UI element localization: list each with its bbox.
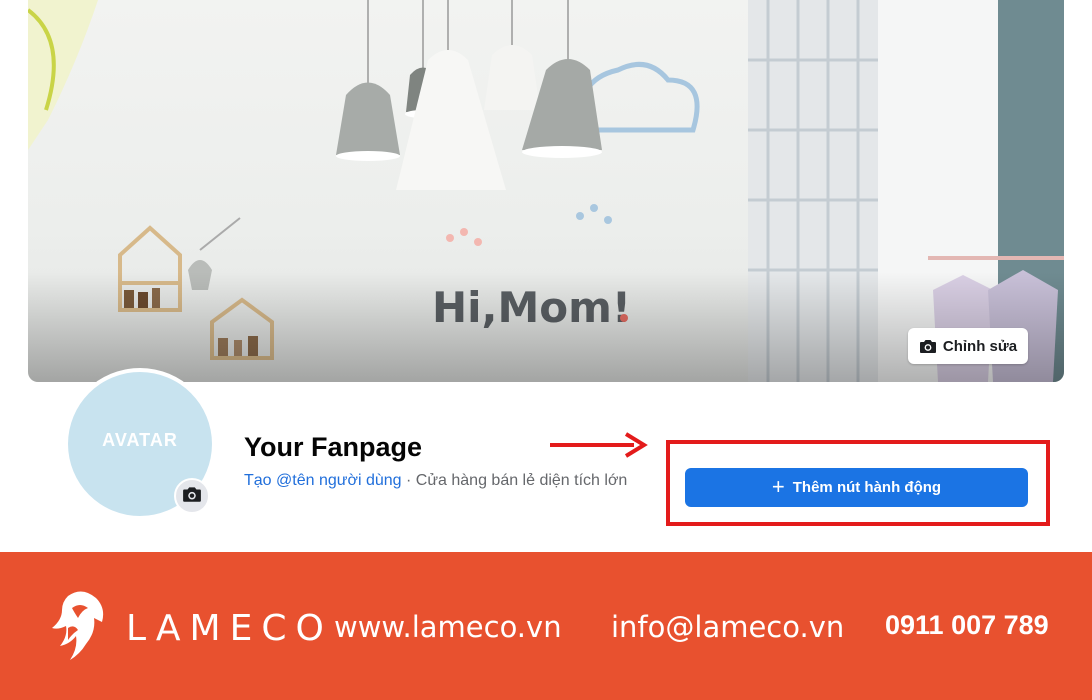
cover-gradient	[28, 272, 1064, 382]
edit-cover-label: Chỉnh sửa	[942, 337, 1018, 355]
profile-avatar-frame: AVATAR	[64, 368, 216, 520]
email-link[interactable]: info@lameco.vn	[611, 610, 844, 644]
avatar-placeholder-text: AVATAR	[102, 429, 178, 450]
cloud-drawing	[578, 61, 700, 133]
phone-number[interactable]: 0911 007 789	[885, 610, 1049, 641]
horse-logo-icon	[52, 591, 104, 660]
camera-icon	[919, 338, 937, 354]
pendant-lamps	[336, 0, 602, 190]
add-action-label: Thêm nút hành động	[792, 479, 942, 496]
page-subtitle: Tạo @tên người dùng · Cửa hàng bán lẻ di…	[244, 472, 627, 490]
page-category: Cửa hàng bán lẻ diện tích lớn	[415, 472, 628, 489]
brand-name: LAMECO	[126, 608, 333, 649]
page-title: Your Fanpage	[244, 432, 423, 462]
website-link[interactable]: www.lameco.vn	[334, 610, 562, 644]
brand-footer: LAMECO www.lameco.vn info@lameco.vn 0911…	[0, 552, 1092, 700]
cover-photo: Hi,Mom! Chỉnh sửa	[28, 0, 1064, 382]
subtitle-separator: ·	[401, 472, 416, 489]
plus-icon: +	[771, 473, 785, 499]
edit-cover-button[interactable]: Chỉnh sửa	[908, 328, 1028, 364]
heart-decorations	[446, 228, 482, 246]
edit-avatar-button[interactable]	[174, 478, 210, 514]
camera-icon	[182, 485, 202, 508]
add-action-button[interactable]: + Thêm nút hành động	[685, 468, 1028, 507]
red-arrow-annotation	[550, 432, 648, 458]
create-username-link[interactable]: Tạo @tên người dùng	[244, 472, 402, 489]
facebook-page-header: Hi,Mom! Chỉnh sửa AVATAR Your Fanpage Tạ…	[0, 0, 1092, 538]
